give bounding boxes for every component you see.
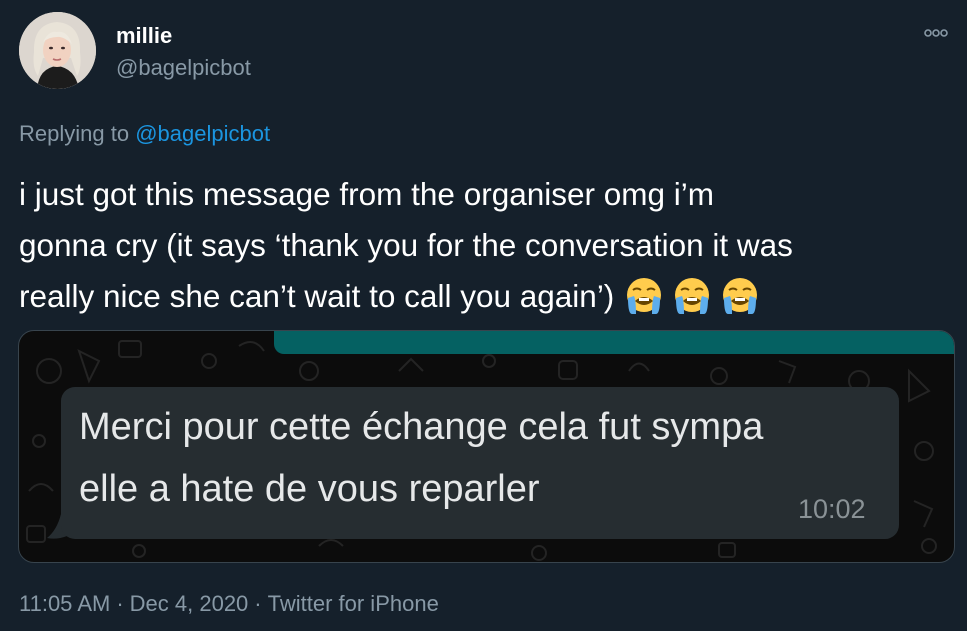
tweet-text-line-content: really nice she can’t wait to call you a… bbox=[19, 278, 615, 314]
ellipsis-icon bbox=[924, 29, 948, 37]
user-handle[interactable]: @bagelpicbot bbox=[116, 54, 251, 82]
outgoing-message-bubble bbox=[274, 331, 954, 354]
avatar-photo bbox=[19, 12, 96, 89]
message-text-line: Merci pour cette échange cela fut sympa bbox=[79, 406, 764, 448]
emoji-group bbox=[614, 278, 762, 314]
tweet-date: Dec 4, 2020 bbox=[129, 591, 249, 616]
tweet-text-line: gonna cry (it says ‘thank you for the co… bbox=[19, 227, 793, 263]
avatar[interactable] bbox=[19, 12, 96, 89]
replying-to-label: Replying to bbox=[19, 121, 136, 146]
loudly-crying-face-icon bbox=[675, 278, 710, 314]
separator-dot: · bbox=[254, 591, 262, 616]
tweet-media-image[interactable]: Merci pour cette échange cela fut sympa … bbox=[18, 330, 955, 563]
display-name[interactable]: millie bbox=[116, 22, 172, 50]
loudly-crying-face-icon bbox=[627, 278, 662, 314]
tweet-time: 11:05 AM bbox=[19, 591, 111, 616]
tweet-text: i just got this message from the organis… bbox=[19, 169, 954, 322]
more-options-button[interactable] bbox=[918, 20, 952, 46]
tweet-time-link[interactable]: 11:05 AM · Dec 4, 2020 bbox=[19, 591, 248, 616]
tweet-text-line: i just got this message from the organis… bbox=[19, 176, 715, 212]
tweet-text-line: really nice she can’t wait to call you a… bbox=[19, 271, 954, 322]
loudly-crying-face-icon bbox=[723, 278, 758, 314]
tweet-timestamp: 11:05 AM · Dec 4, 2020 · Twitter for iPhone bbox=[19, 590, 439, 618]
message-text-line: elle a hate de vous reparler bbox=[79, 468, 540, 510]
tweet-source-link[interactable]: Twitter for iPhone bbox=[268, 591, 439, 616]
message-time: 10:02 bbox=[798, 494, 866, 524]
reply-mention-link[interactable]: @bagelpicbot bbox=[135, 121, 270, 146]
replying-to: Replying to @bagelpicbot bbox=[19, 120, 270, 148]
separator-dot: · bbox=[116, 591, 124, 616]
